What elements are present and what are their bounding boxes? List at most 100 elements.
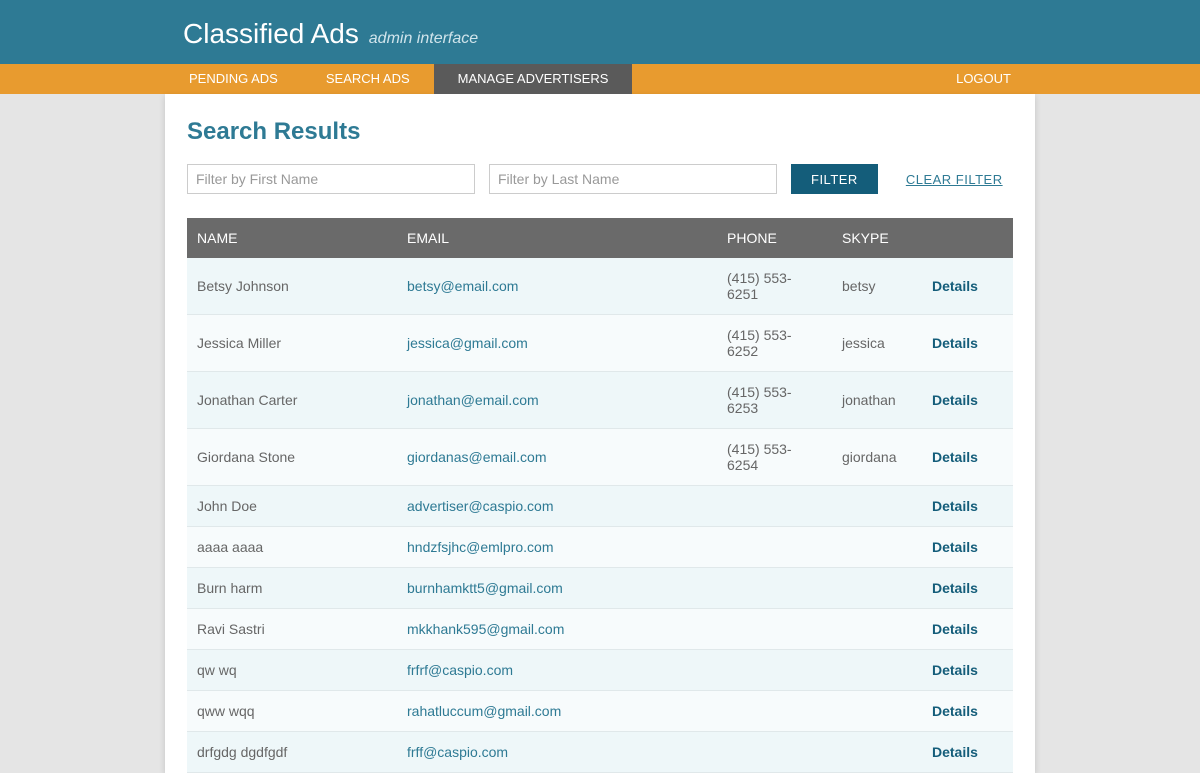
cell-name: John Doe [187,486,397,527]
header: Classified Ads admin interface [0,0,1200,64]
cell-phone: (415) 553-6253 [717,372,832,429]
app-subtitle: admin interface [369,30,478,47]
cell-phone [717,732,832,773]
table-row: John Doe advertiser@caspio.com Details [187,486,1013,527]
table-row: Giordana Stone giordanas@email.com (415) 5… [187,429,1013,486]
email-link[interactable]: betsy@email.com [407,278,518,294]
nav-item-search-ads[interactable]: SEARCH ADS [302,64,434,94]
cell-email: frff@caspio.com [397,732,717,773]
cell-details: Details [922,372,1013,429]
table-row: Betsy Johnson betsy@email.com (415) 553-62… [187,258,1013,315]
clear-filter-link[interactable]: CLEAR FILTER [906,172,1003,187]
col-header-phone: PHONE [717,218,832,258]
cell-details: Details [922,486,1013,527]
details-link[interactable]: Details [932,392,978,408]
details-link[interactable]: Details [932,580,978,596]
cell-phone: (415) 553-6254 [717,429,832,486]
cell-skype: jonathan [832,372,922,429]
last-name-input[interactable] [489,164,777,194]
email-link[interactable]: giordanas@email.com [407,449,547,465]
cell-email: burnhamktt5@gmail.com [397,568,717,609]
cell-email: jonathan@email.com [397,372,717,429]
cell-phone [717,568,832,609]
cell-skype [832,732,922,773]
app-title: Classified Ads [183,18,359,50]
cell-name: Jonathan Carter [187,372,397,429]
cell-name: Giordana Stone [187,429,397,486]
email-link[interactable]: advertiser@caspio.com [407,498,554,514]
cell-name: Ravi Sastri [187,609,397,650]
filter-button[interactable]: FILTER [791,164,878,194]
email-link[interactable]: hndzfsjhc@emlpro.com [407,539,554,555]
cell-skype: betsy [832,258,922,315]
cell-details: Details [922,609,1013,650]
email-link[interactable]: jonathan@email.com [407,392,539,408]
cell-email: hndzfsjhc@emlpro.com [397,527,717,568]
email-link[interactable]: burnhamktt5@gmail.com [407,580,563,596]
content: Search Results FILTER CLEAR FILTER NAME … [165,94,1035,773]
table-row: drfgdg dgdfgdf frff@caspio.com Details [187,732,1013,773]
cell-skype: jessica [832,315,922,372]
page-title: Search Results [187,118,1013,146]
cell-name: Jessica Miller [187,315,397,372]
cell-details: Details [922,650,1013,691]
details-link[interactable]: Details [932,744,978,760]
email-link[interactable]: frff@caspio.com [407,744,508,760]
col-header-details [922,218,1013,258]
cell-phone [717,691,832,732]
cell-name: aaaa aaaa [187,527,397,568]
cell-skype [832,650,922,691]
table-row: aaaa aaaa hndzfsjhc@emlpro.com Details [187,527,1013,568]
results-table: NAME EMAIL PHONE SKYPE Betsy Johnson bets… [187,218,1013,773]
table-row: Burn harm burnhamktt5@gmail.com Details [187,568,1013,609]
cell-details: Details [922,732,1013,773]
details-link[interactable]: Details [932,662,978,678]
table-row: qw wq frfrf@caspio.com Details [187,650,1013,691]
cell-phone: (415) 553-6251 [717,258,832,315]
cell-skype [832,527,922,568]
table-row: qww wqq rahatluccum@gmail.com Details [187,691,1013,732]
details-link[interactable]: Details [932,449,978,465]
first-name-input[interactable] [187,164,475,194]
cell-email: rahatluccum@gmail.com [397,691,717,732]
cell-name: qww wqq [187,691,397,732]
cell-email: mkkhank595@gmail.com [397,609,717,650]
cell-details: Details [922,429,1013,486]
cell-details: Details [922,315,1013,372]
nav-item-pending-ads[interactable]: PENDING ADS [165,64,302,94]
filter-row: FILTER CLEAR FILTER [187,164,1013,194]
cell-skype [832,691,922,732]
cell-phone [717,650,832,691]
nav-logout[interactable]: LOGOUT [932,64,1035,94]
cell-email: jessica@gmail.com [397,315,717,372]
table-header-row: NAME EMAIL PHONE SKYPE [187,218,1013,258]
cell-skype [832,486,922,527]
details-link[interactable]: Details [932,278,978,294]
nav-item-manage-advertisers[interactable]: MANAGE ADVERTISERS [434,64,633,94]
email-link[interactable]: frfrf@caspio.com [407,662,513,678]
details-link[interactable]: Details [932,498,978,514]
cell-email: frfrf@caspio.com [397,650,717,691]
details-link[interactable]: Details [932,539,978,555]
cell-phone: (415) 553-6252 [717,315,832,372]
cell-details: Details [922,258,1013,315]
col-header-email: EMAIL [397,218,717,258]
cell-details: Details [922,568,1013,609]
email-link[interactable]: mkkhank595@gmail.com [407,621,564,637]
cell-name: Betsy Johnson [187,258,397,315]
navbar: PENDING ADSSEARCH ADSMANAGE ADVERTISERS L… [0,64,1200,94]
details-link[interactable]: Details [932,703,978,719]
email-link[interactable]: rahatluccum@gmail.com [407,703,561,719]
cell-phone [717,527,832,568]
cell-skype [832,568,922,609]
cell-name: qw wq [187,650,397,691]
email-link[interactable]: jessica@gmail.com [407,335,528,351]
cell-skype: giordana [832,429,922,486]
cell-name: drfgdg dgdfgdf [187,732,397,773]
cell-phone [717,609,832,650]
table-row: Jonathan Carter jonathan@email.com (415) 5… [187,372,1013,429]
details-link[interactable]: Details [932,621,978,637]
cell-name: Burn harm [187,568,397,609]
table-row: Ravi Sastri mkkhank595@gmail.com Details [187,609,1013,650]
details-link[interactable]: Details [932,335,978,351]
